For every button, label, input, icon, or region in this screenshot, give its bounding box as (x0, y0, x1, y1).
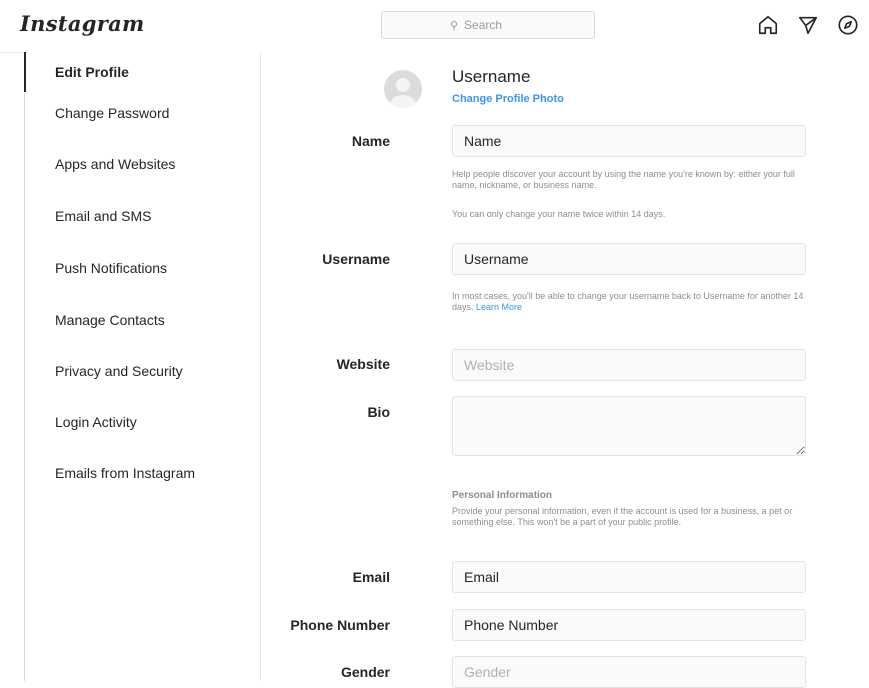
gender-input[interactable] (452, 656, 806, 688)
avatar[interactable] (384, 70, 422, 108)
name-change-limit-text: You can only change your name twice with… (452, 209, 666, 219)
bio-textarea[interactable] (452, 396, 806, 456)
direct-icon[interactable] (795, 12, 821, 38)
learn-more-link[interactable]: Learn More (476, 302, 522, 312)
personal-info-text: Provide your personal information, even … (452, 506, 793, 527)
search-input[interactable] (462, 17, 527, 33)
search-icon: ⚲ (449, 19, 459, 32)
instagram-logo[interactable]: Instagram (20, 11, 145, 36)
sidebar-item-emails-from-instagram[interactable]: Emails from Instagram (25, 453, 260, 493)
change-profile-photo-link[interactable]: Change Profile Photo (452, 93, 564, 105)
username-label: Username (322, 251, 390, 267)
email-label: Email (352, 569, 390, 585)
website-input[interactable] (452, 349, 806, 381)
name-help-text: Help people discover your account by usi… (452, 169, 795, 190)
phone-number-input[interactable] (452, 609, 806, 641)
email-input[interactable] (452, 561, 806, 593)
sidebar-item-change-password[interactable]: Change Password (25, 93, 260, 133)
website-label: Website (336, 356, 390, 372)
gender-label: Gender (340, 664, 390, 680)
sidebar-item-edit-profile[interactable]: Edit Profile (24, 52, 260, 92)
profile-username: Username (452, 67, 531, 86)
sidebar-item-manage-contacts[interactable]: Manage Contacts (25, 300, 260, 340)
personal-info-title: Personal Information (452, 490, 553, 501)
sidebar-item-email-and-sms[interactable]: Email and SMS (25, 196, 260, 236)
name-label: Name (351, 133, 390, 149)
phone-number-label: Phone Number (290, 617, 390, 633)
bio-label: Bio (367, 404, 390, 420)
sidebar-item-apps-and-websites[interactable]: Apps and Websites (25, 144, 260, 184)
home-icon[interactable] (755, 12, 781, 38)
nav-icons (755, 12, 861, 38)
name-input[interactable] (452, 125, 806, 157)
username-input[interactable] (452, 243, 806, 275)
search-box[interactable]: ⚲ (381, 11, 595, 39)
username-help-text: In most cases, you'll be able to change … (452, 291, 808, 313)
explore-icon[interactable] (835, 12, 861, 38)
top-navigation-bar: Instagram ⚲ (0, 0, 869, 53)
